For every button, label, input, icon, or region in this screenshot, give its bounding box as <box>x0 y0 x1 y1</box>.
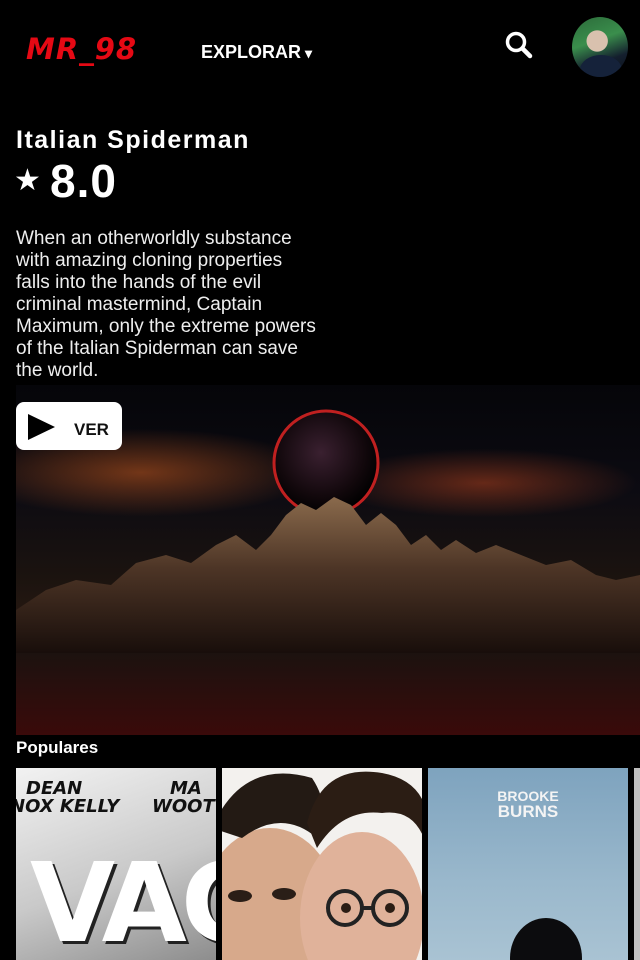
poster-title-art: VAC <box>30 839 216 960</box>
rating-value: 8.0 <box>50 155 117 207</box>
featured-title: Italian Spiderman <box>16 126 250 154</box>
play-icon <box>28 414 55 440</box>
section-title-popular: Populares <box>16 738 99 757</box>
play-button[interactable]: VER <box>16 402 122 450</box>
search-button[interactable] <box>504 30 534 60</box>
search-icon <box>505 31 533 59</box>
star-icon: ★ <box>14 164 41 197</box>
poster-credit-line: WOOT <box>152 796 215 817</box>
poster-two-men-art <box>222 768 422 960</box>
poster-card[interactable]: BROOKE BURNS <box>428 768 628 960</box>
planet <box>272 409 380 517</box>
poster-silhouette <box>510 918 582 960</box>
poster-credit-line: DEAN <box>26 778 83 799</box>
logo[interactable]: MR_98 <box>26 31 137 67</box>
chevron-down-icon: ▾ <box>305 45 313 61</box>
poster-card[interactable]: DEAN NOX KELLY MA WOOT VAC <box>16 768 216 960</box>
explore-label: EXPLORAR <box>201 42 302 62</box>
poster-credits: BROOKE BURNS <box>428 788 628 820</box>
poster-credit-line: NOX KELLY <box>16 796 120 817</box>
poster-credit-line: MA <box>170 778 202 799</box>
water <box>16 653 640 735</box>
mountain-range <box>16 497 640 655</box>
play-label: VER <box>74 420 109 439</box>
poster-card[interactable] <box>222 768 422 960</box>
top-nav: MR_98 EXPLORAR ▾ <box>0 0 640 100</box>
explore-menu[interactable]: EXPLORAR ▾ <box>201 40 312 65</box>
poster-credit-line: BURNS <box>497 802 559 821</box>
avatar[interactable] <box>572 17 628 77</box>
featured-description: When an otherworldly substance with amaz… <box>16 228 316 381</box>
popular-row: DEAN NOX KELLY MA WOOT VAC BROOKE BURNS <box>16 768 640 960</box>
poster-card[interactable] <box>634 768 640 960</box>
